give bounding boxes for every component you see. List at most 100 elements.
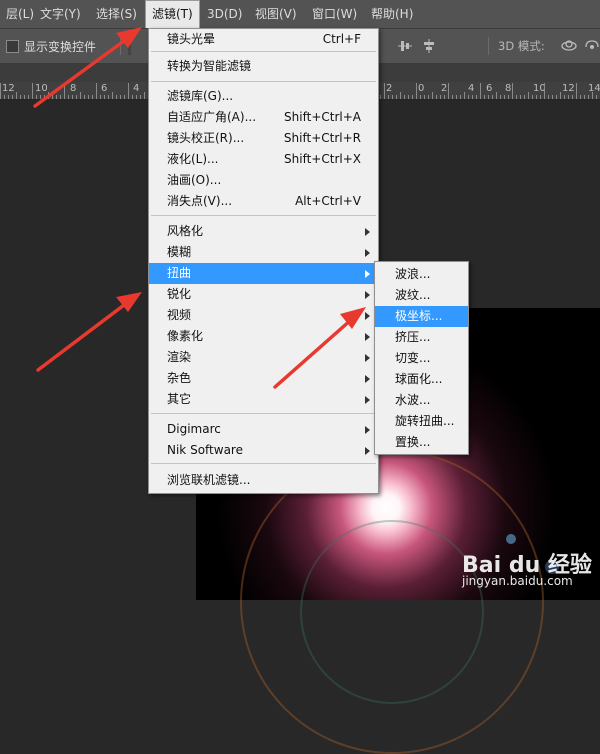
menu-item-shortcut: Shift+Ctrl+X [284,152,361,166]
menu-item-label: 像素化 [167,329,204,343]
submenu-arrow-icon [365,396,370,404]
distort-menu-item[interactable]: 旋转扭曲... [375,411,468,432]
filter-menu-item[interactable]: 扭曲 [149,263,378,284]
ruler-tick [440,95,441,99]
ruler-tick [108,95,109,99]
ruler-tick [388,95,389,99]
ruler-tick [468,95,469,99]
menu-item-label: 杂色 [167,371,192,385]
ruler-tick [20,95,21,99]
filter-menu-item[interactable]: 消失点(V)... Alt+Ctrl+V [149,191,378,212]
menu-select[interactable]: 选择(S) [90,0,143,28]
filter-menu-item[interactable]: Nik Software [149,440,378,461]
show-transform-checkbox[interactable] [6,40,19,53]
ruler-tick [380,95,381,99]
filter-menu-item[interactable]: 转换为智能滤镜 [149,56,378,77]
ruler-tick [392,95,393,99]
filter-menu-item[interactable]: 镜头光晕 Ctrl+F [149,29,378,50]
filter-menu-item[interactable]: Digimarc [149,419,378,440]
menu-view[interactable]: 视图(V) [249,0,303,28]
ruler-tick [396,95,397,99]
distort-menu-item[interactable]: 极坐标... [375,306,468,327]
menu-item-label: 球面化... [395,372,443,386]
ruler-tick [584,95,585,99]
menu-type[interactable]: 文字(Y) [34,0,87,28]
3d-roll-icon[interactable] [583,37,600,53]
menu-filter[interactable]: 滤镜(T) [145,0,200,28]
ruler-tick [452,95,453,99]
ruler-tick [56,95,57,99]
menu-item-label: 渲染 [167,350,192,364]
filter-menu-item[interactable]: 杂色 [149,368,378,389]
distort-menu-item[interactable]: 波纹... [375,285,468,306]
ruler-tick [96,83,97,99]
ruler-tick [580,95,581,99]
3d-orbit-icon[interactable] [560,37,578,53]
filter-menu-item[interactable]: 锐化 [149,284,378,305]
ruler-tick [112,92,113,99]
menu-item-label: 自适应广角(A)... [167,110,257,124]
ruler-label: 10 [35,83,48,94]
filter-menu-item[interactable]: 油画(O)... [149,170,378,191]
menu-item-label: 置换... [395,435,431,449]
menu-separator [151,81,376,82]
ruler-tick [32,83,33,99]
ruler-tick [596,95,597,99]
filter-menu-item[interactable]: 自适应广角(A)... Shift+Ctrl+A [149,107,378,128]
filter-menu-item[interactable]: 渲染 [149,347,378,368]
ruler-tick [432,92,433,99]
distort-menu-item[interactable]: 挤压... [375,327,468,348]
menu-item-label: 波浪... [395,267,431,281]
ruler-tick [424,95,425,99]
submenu-arrow-icon [365,354,370,362]
menu-item-label: 扭曲 [167,266,192,280]
menu-item-label: 极坐标... [395,309,443,323]
ruler-tick [508,95,509,99]
ruler-tick [460,95,461,99]
ruler-label: 4 [133,83,140,94]
menu-window[interactable]: 窗口(W) [306,0,363,28]
ruler-tick [12,95,13,99]
ruler-tick [484,95,485,99]
distort-menu-item[interactable]: 球面化... [375,369,468,390]
menu-separator [151,413,376,414]
ruler-tick [540,95,541,99]
filter-menu-item[interactable]: 液化(L)... Shift+Ctrl+X [149,149,378,170]
ruler-tick [492,95,493,99]
ruler-tick [480,83,481,99]
ruler-tick [428,95,429,99]
ruler-tick [568,95,569,99]
menu-help[interactable]: 帮助(H) [365,0,419,28]
distort-menu-item[interactable]: 置换... [375,432,468,453]
submenu-arrow-icon [365,447,370,455]
ruler-label: 4 [468,83,475,94]
menu-separator [151,215,376,216]
filter-menu-item[interactable]: 浏览联机滤镜... [149,470,378,491]
distort-menu-item[interactable]: 波浪... [375,264,468,285]
ruler-tick [136,95,137,99]
ruler-label: 12 [562,83,575,94]
ruler-label: 2 [386,83,393,94]
ruler-label: 6 [486,83,493,94]
filter-menu-item[interactable]: 镜头校正(R)... Shift+Ctrl+R [149,128,378,149]
submenu-arrow-icon [365,291,370,299]
distort-menu-item[interactable]: 切变... [375,348,468,369]
align-vertical-center-icon[interactable] [398,39,412,53]
ruler-tick [536,95,537,99]
filter-menu-item[interactable]: 风格化 [149,221,378,242]
distort-menu-item[interactable]: 水波... [375,390,468,411]
filter-menu-item[interactable]: 视频 [149,305,378,326]
menu-bar: 层(L) 文字(Y) 选择(S) 滤镜(T) 3D(D) 视图(V) 窗口(W)… [0,0,600,29]
ruler-tick [516,95,517,99]
filter-menu: 镜头光晕 Ctrl+F 转换为智能滤镜 滤镜库(G)... 自适应广角(A)... Shi… [148,28,379,494]
filter-menu-item[interactable]: 滤镜库(G)... [149,86,378,107]
ruler-tick [572,95,573,99]
submenu-arrow-icon [365,375,370,383]
filter-menu-item[interactable]: 其它 [149,389,378,410]
ruler-tick [116,95,117,99]
filter-menu-item[interactable]: 模糊 [149,242,378,263]
filter-menu-item[interactable]: 像素化 [149,326,378,347]
menu-3d[interactable]: 3D(D) [201,0,248,28]
align-horizontal-center-icon[interactable] [422,39,436,53]
ruler-tick [564,95,565,99]
